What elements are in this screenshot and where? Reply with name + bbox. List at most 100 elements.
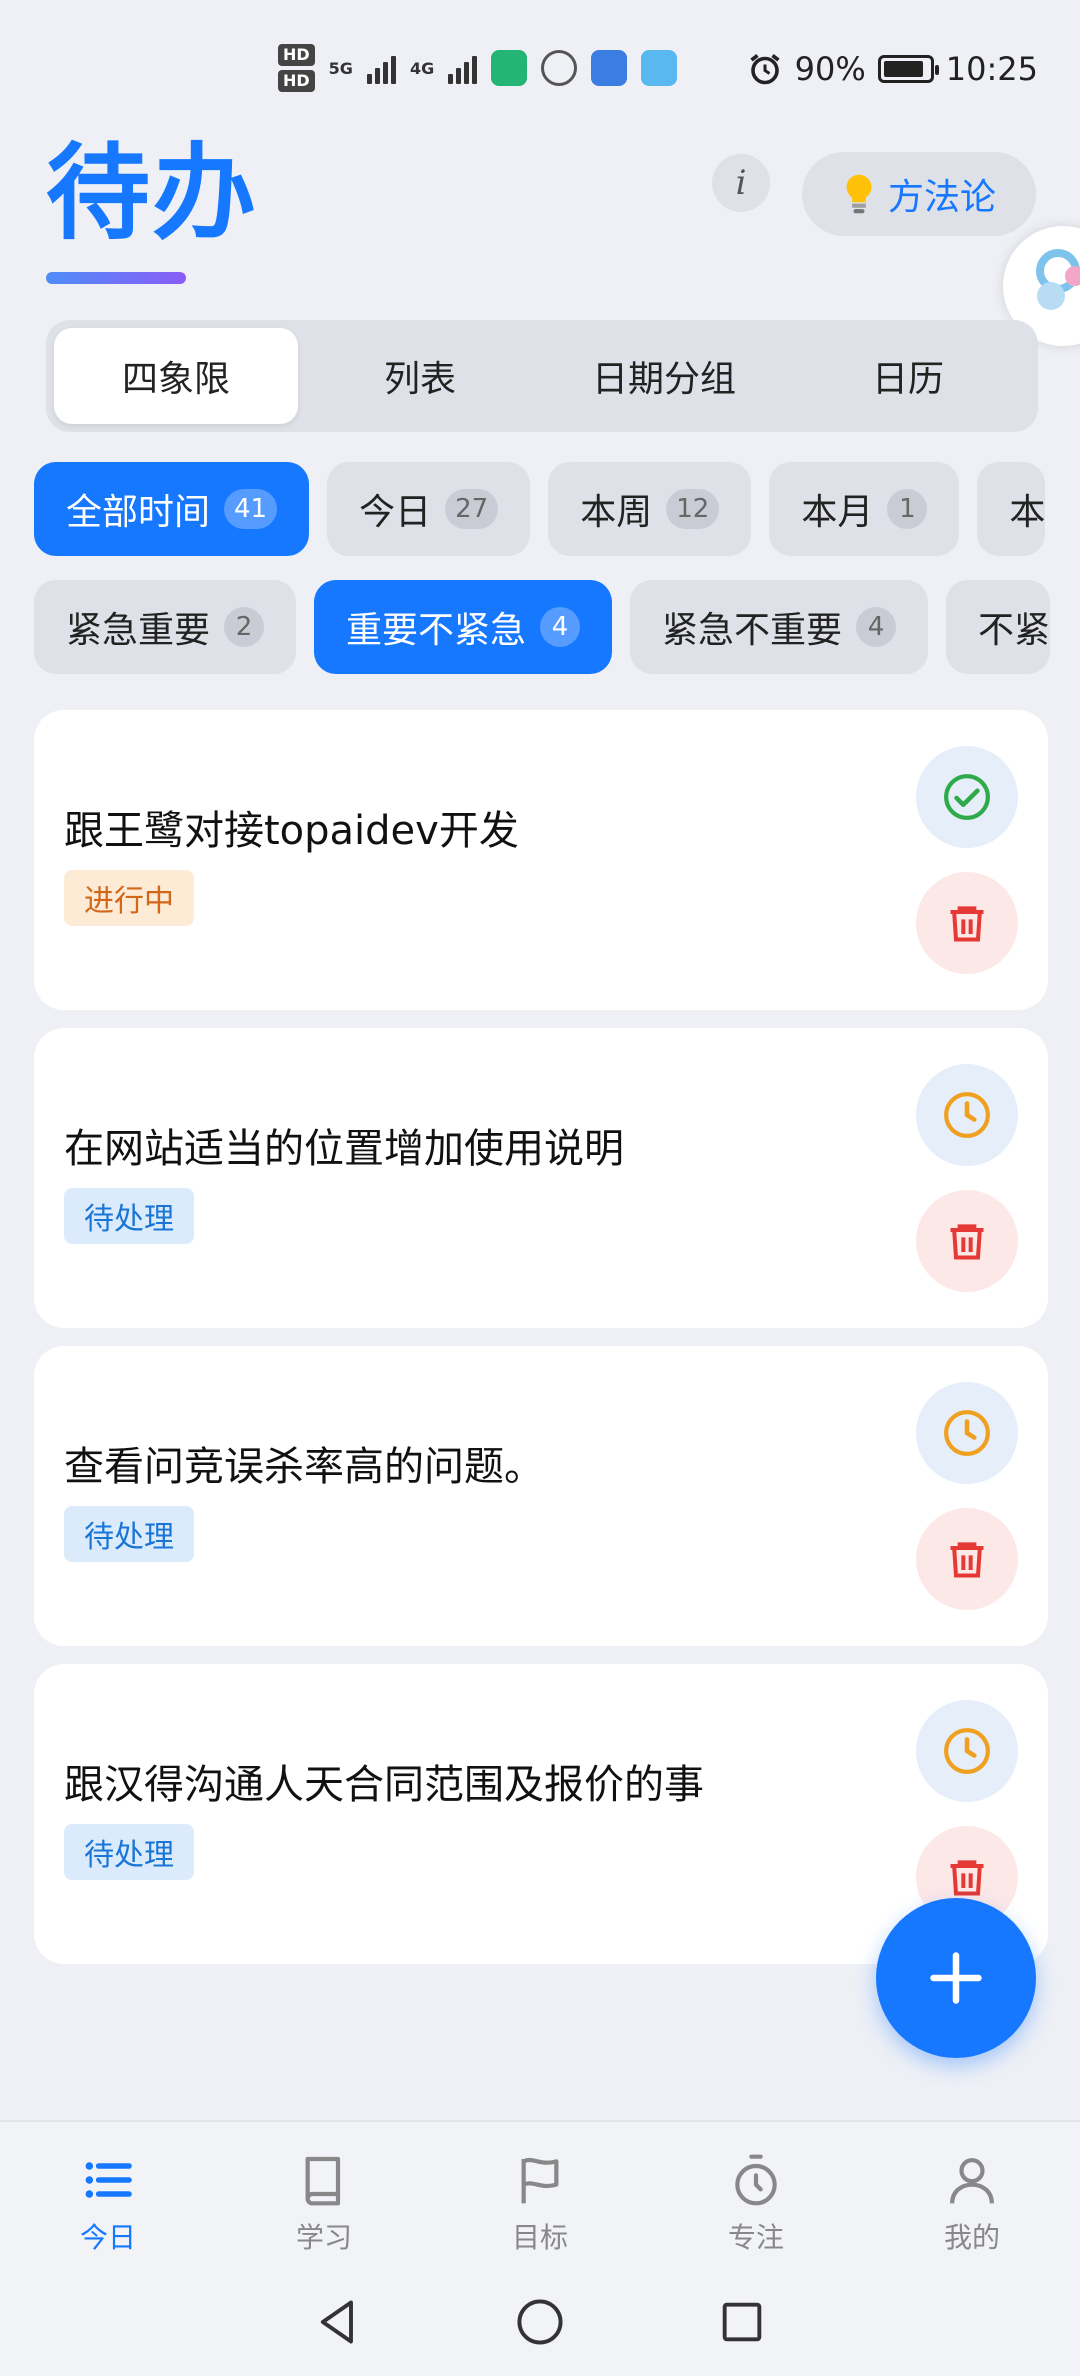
plus-icon: [930, 1952, 982, 2004]
home-icon[interactable]: [514, 2296, 566, 2348]
filter-not-urgent-partial[interactable]: 不紧: [946, 580, 1051, 674]
chip-label: 全部时间: [66, 492, 211, 533]
filter-today[interactable]: 今日 27: [327, 462, 531, 556]
nav-goals[interactable]: 目标: [432, 2122, 648, 2268]
chip-count: 2: [224, 607, 265, 647]
start-button[interactable]: [916, 1700, 1018, 1802]
add-task-button[interactable]: [876, 1898, 1036, 2058]
chip-label: 重要不紧急: [346, 610, 527, 651]
status-right: 90% 10:25: [747, 50, 1038, 88]
filter-important-not-urgent[interactable]: 重要不紧急 4: [314, 580, 613, 674]
status-badge: 待处理: [64, 1188, 194, 1244]
methodology-button[interactable]: 方法论: [802, 152, 1036, 236]
trash-icon: [950, 1860, 984, 1896]
task-card[interactable]: 在网站适当的位置增加使用说明 待处理: [34, 1028, 1048, 1328]
complete-button[interactable]: [916, 746, 1018, 848]
net2-label: 4G: [409, 58, 435, 78]
alarm-icon: [750, 54, 780, 85]
trash-icon: [950, 1224, 984, 1260]
book-icon: [305, 2156, 341, 2206]
page-title: 待办: [46, 132, 259, 254]
chip-label: 本: [1009, 492, 1046, 533]
trash-icon: [950, 1542, 984, 1578]
clock-time: 10:25: [945, 50, 1038, 88]
status-badge: 待处理: [64, 1506, 194, 1562]
chat-icon: [541, 50, 578, 86]
clock-icon: [944, 1092, 990, 1138]
chip-count: 4: [856, 607, 897, 647]
delete-button[interactable]: [916, 1190, 1018, 1292]
filter-this-week[interactable]: 本周 12: [548, 462, 752, 556]
task-card[interactable]: 跟王鹭对接topaidev开发 进行中: [34, 710, 1048, 1010]
chip-label: 紧急重要: [66, 610, 211, 651]
tab-date-group[interactable]: 日期分组: [542, 328, 786, 424]
timer-icon: [735, 2154, 777, 2206]
status-badge: 待处理: [64, 1824, 194, 1880]
chip-count: 41: [224, 489, 278, 529]
chip-count: 12: [666, 489, 720, 529]
chip-label: 紧急不重要: [662, 610, 843, 651]
chip-count: 4: [540, 607, 581, 647]
back-icon[interactable]: [312, 2296, 364, 2348]
battery-percent: 90%: [794, 50, 866, 88]
nav-label: 我的: [943, 2221, 1000, 2254]
chip-label: 本月: [801, 492, 874, 533]
battery-icon: [877, 55, 939, 83]
filter-this-year-partial[interactable]: 本: [977, 462, 1046, 556]
clock-icon: [944, 1410, 990, 1456]
check-circle-icon: [944, 774, 990, 820]
chip-count: 1: [887, 489, 928, 529]
status-badge: 进行中: [64, 870, 194, 926]
signal2-icon: [448, 52, 478, 84]
status-bar: HD HD 5G 4G 90% 10:25: [0, 0, 1080, 140]
start-button[interactable]: [916, 1064, 1018, 1166]
chip-label: 不紧: [978, 610, 1051, 651]
filter-urgent-not-important[interactable]: 紧急不重要 4: [630, 580, 929, 674]
start-button[interactable]: [916, 1382, 1018, 1484]
task-title: 在网站适当的位置增加使用说明: [64, 1126, 624, 1172]
net1-label: 5G: [328, 58, 353, 78]
time-filter-row: 全部时间 41 今日 27 本周 12 本月 1 本: [34, 462, 1046, 556]
hd1-badge: HD: [278, 44, 315, 66]
filter-all-time[interactable]: 全部时间 41: [34, 462, 310, 556]
chip-label: 本周: [580, 492, 653, 533]
mi-home-icon: [491, 50, 528, 86]
nav-label: 今日: [79, 2221, 136, 2254]
signal1-icon: [366, 52, 396, 84]
list-icon: [85, 2162, 132, 2198]
methodology-label: 方法论: [887, 177, 996, 218]
tab-quadrant[interactable]: 四象限: [54, 328, 298, 424]
task-card[interactable]: 跟汉得沟通人天合同范围及报价的事 待处理: [34, 1664, 1048, 1964]
info-icon: i: [735, 163, 747, 203]
title-underline: [46, 272, 186, 284]
nav-profile[interactable]: 我的: [864, 2122, 1080, 2268]
user-icon: [950, 2158, 994, 2204]
delete-button[interactable]: [916, 1508, 1018, 1610]
nav-study[interactable]: 学习: [216, 2122, 432, 2268]
chip-label: 今日: [359, 492, 432, 533]
view-switcher: 四象限 列表 日期分组 日历: [46, 320, 1038, 432]
tab-list[interactable]: 列表: [298, 328, 542, 424]
tab-calendar[interactable]: 日历: [786, 328, 1030, 424]
nav-today[interactable]: 今日: [0, 2122, 216, 2268]
delete-button[interactable]: [916, 872, 1018, 974]
task-title: 跟汉得沟通人天合同范围及报价的事: [64, 1762, 704, 1808]
nav-label: 学习: [295, 2221, 352, 2254]
system-nav-bar: [0, 2268, 1080, 2376]
task-card[interactable]: 查看问竞误杀率高的问题。 待处理: [34, 1346, 1048, 1646]
nav-label: 专注: [727, 2221, 784, 2254]
task-title: 查看问竞误杀率高的问题。: [64, 1444, 544, 1490]
lightbulb-icon: [846, 174, 872, 214]
clock-icon: [944, 1728, 990, 1774]
filter-urgent-important[interactable]: 紧急重要 2: [34, 580, 297, 674]
chip-count: 27: [445, 489, 499, 529]
weather-icon: [641, 50, 678, 86]
recents-icon[interactable]: [716, 2296, 768, 2348]
flag-icon: [521, 2157, 559, 2204]
info-button[interactable]: i: [712, 154, 770, 212]
nav-focus[interactable]: 专注: [648, 2122, 864, 2268]
trash-icon: [950, 906, 984, 942]
filter-this-month[interactable]: 本月 1: [769, 462, 960, 556]
hd2-badge: HD: [278, 70, 315, 92]
task-title: 跟王鹭对接topaidev开发: [64, 808, 519, 854]
